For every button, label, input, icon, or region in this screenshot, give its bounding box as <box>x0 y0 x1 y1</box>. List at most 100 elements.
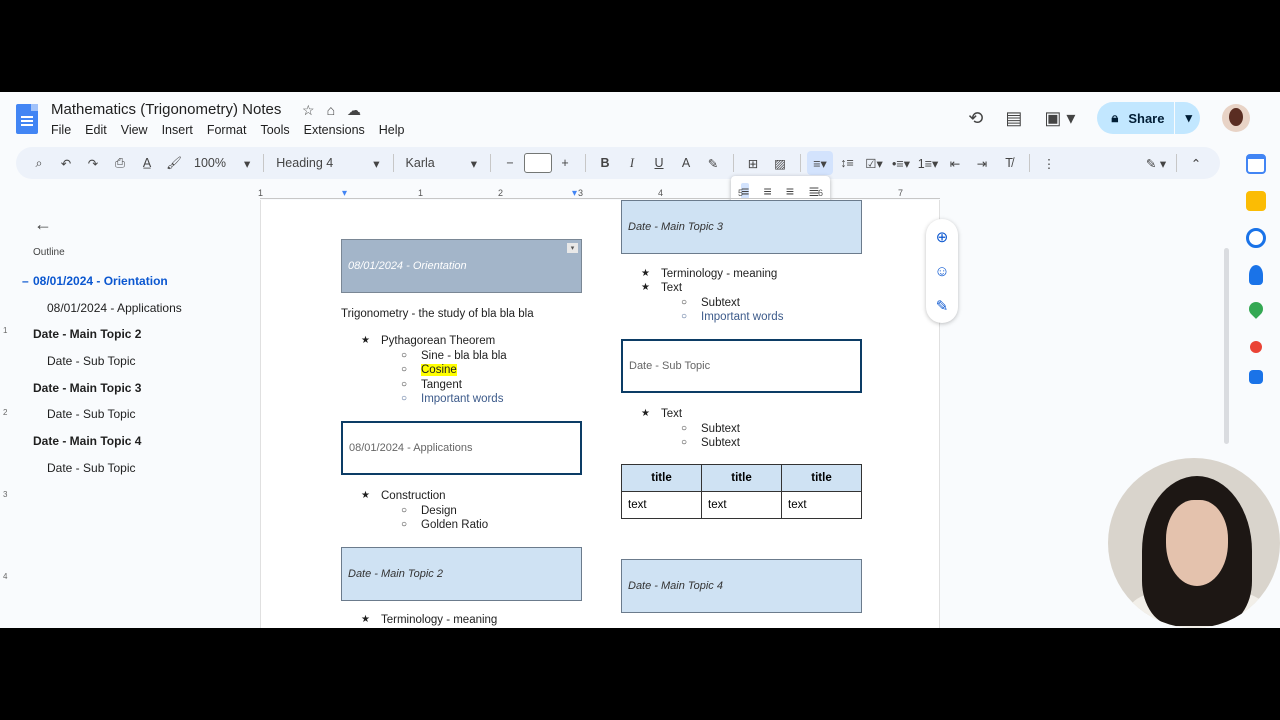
table-cell[interactable]: text <box>701 491 782 519</box>
floating-actions: ⊕ ☺ ✎ <box>926 219 958 323</box>
paint-format-icon[interactable]: 🖌︎ <box>161 151 187 175</box>
zoom-select[interactable]: 100% ▾ <box>188 151 256 175</box>
align-icon[interactable]: ≡▾ <box>807 151 834 175</box>
list-item: Terminology - meaning <box>361 614 497 626</box>
highlight-icon[interactable]: ✎ <box>700 151 726 175</box>
outline-item[interactable]: Date - Sub Topic <box>22 461 252 488</box>
share-button[interactable]: 🔒︎ Share ▾ <box>1097 102 1200 134</box>
undo-icon[interactable]: ↶ <box>53 151 79 175</box>
bold-icon[interactable]: B <box>592 151 618 175</box>
addon-icon[interactable] <box>1250 341 1262 353</box>
contacts-icon[interactable] <box>1249 265 1263 285</box>
heading-box[interactable]: Date - Main Topic 4 <box>621 559 862 613</box>
list-item: Text <box>641 408 682 420</box>
add-comment-icon[interactable]: ⊕ <box>936 228 949 246</box>
line-spacing-icon[interactable]: ↕≡ <box>834 151 860 175</box>
list-item: Cosine <box>401 364 457 376</box>
back-arrow-icon[interactable]: ← <box>34 214 52 235</box>
calendar-icon[interactable] <box>1246 154 1266 174</box>
cloud-saved-icon[interactable]: ☁ <box>347 102 361 119</box>
insert-link-icon[interactable]: ⊞ <box>740 151 766 175</box>
menu-tools[interactable]: Tools <box>260 123 289 137</box>
numbered-list-icon[interactable]: 1≡▾ <box>915 151 941 175</box>
scrollbar[interactable] <box>1224 248 1229 444</box>
meet-icon[interactable]: ▣ ▾ <box>1044 108 1075 129</box>
clear-formatting-icon[interactable]: T̸ <box>996 151 1022 175</box>
keep-icon[interactable] <box>1246 191 1266 211</box>
vertical-ruler: 1 2 3 4 5 <box>3 326 8 581</box>
emoji-reaction-icon[interactable]: ☺ <box>934 263 949 280</box>
print-icon[interactable]: ⎙ <box>107 151 133 175</box>
menu-extensions[interactable]: Extensions <box>304 123 365 137</box>
heading-box[interactable]: Date - Main Topic 3 <box>621 200 862 254</box>
chevron-down-icon: ▾ <box>373 156 380 171</box>
addon-icon[interactable] <box>1249 370 1263 384</box>
outline-item[interactable]: –08/01/2024 - Orientation <box>22 274 252 301</box>
avatar[interactable] <box>1222 104 1250 132</box>
decrease-indent-icon[interactable]: ⇤ <box>942 151 968 175</box>
paragraph: Trigonometry - the study of bla bla bla <box>341 308 534 320</box>
list-item: Tangent <box>401 379 462 391</box>
editing-mode-icon[interactable]: ✎ ▾ <box>1143 151 1169 175</box>
italic-icon[interactable]: I <box>619 151 645 175</box>
menu-bar: File Edit View Insert Format Tools Exten… <box>51 123 405 137</box>
version-history-icon[interactable]: ⟲ <box>968 108 983 129</box>
list-item: Text <box>641 282 682 294</box>
move-folder-icon[interactable]: ⌂ <box>327 102 335 119</box>
table-header[interactable]: title <box>621 464 702 492</box>
search-menus-icon[interactable]: ⌕ <box>26 151 52 175</box>
redo-icon[interactable]: ↷ <box>80 151 106 175</box>
outline-item[interactable]: Date - Sub Topic <box>22 407 252 434</box>
outline-item[interactable]: 08/01/2024 - Applications <box>22 301 252 328</box>
decrease-font-size-icon[interactable]: − <box>497 151 523 175</box>
menu-file[interactable]: File <box>51 123 71 137</box>
document-title[interactable]: Mathematics (Trigonometry) Notes <box>51 101 281 118</box>
maps-icon[interactable] <box>1246 299 1266 319</box>
tasks-icon[interactable] <box>1246 228 1266 248</box>
insert-image-icon[interactable]: ▨ <box>767 151 793 175</box>
bulleted-list-icon[interactable]: •≡▾ <box>888 151 914 175</box>
menu-insert[interactable]: Insert <box>162 123 193 137</box>
text-color-icon[interactable]: A <box>673 151 699 175</box>
checklist-icon[interactable]: ☑▾ <box>861 151 887 175</box>
lock-icon: 🔒︎ <box>1111 110 1119 125</box>
star-icon[interactable]: ☆ <box>302 102 315 119</box>
chevron-down-icon[interactable]: ▾ <box>567 243 578 253</box>
toolbar: ⌕ ↶ ↷ ⎙ A̲ 🖌︎ 100% ▾ Heading 4 ▾ Karla ▾ − … <box>16 147 1220 179</box>
table-cell[interactable]: text <box>621 491 702 519</box>
outline-item[interactable]: Date - Main Topic 2 <box>22 327 252 354</box>
more-options-icon[interactable]: ⋮ <box>1036 151 1062 175</box>
table-header[interactable]: title <box>781 464 862 492</box>
table-row: text text text <box>621 491 862 519</box>
table-header[interactable]: title <box>701 464 782 492</box>
heading-box[interactable]: Date - Sub Topic <box>621 339 862 393</box>
list-item: Design <box>401 505 457 517</box>
increase-font-size-icon[interactable]: + <box>552 151 578 175</box>
outline-item[interactable]: Date - Main Topic 4 <box>22 434 252 461</box>
data-table[interactable]: title title title text text text <box>621 464 862 519</box>
outline-label: Outline <box>33 247 65 258</box>
outline-item[interactable]: Date - Main Topic 3 <box>22 381 252 408</box>
spellcheck-icon[interactable]: A̲ <box>134 151 160 175</box>
font-select[interactable]: Karla ▾ <box>400 151 483 175</box>
chevron-down-icon[interactable]: ▾ <box>1185 110 1192 126</box>
comments-icon[interactable]: ▤ <box>1005 108 1022 129</box>
suggest-edits-icon[interactable]: ✎ <box>936 297 949 315</box>
heading-box[interactable]: 08/01/2024 - Orientation ▾ <box>341 239 582 293</box>
document-page[interactable]: 08/01/2024 - Orientation ▾ Trigonometry … <box>260 200 940 628</box>
menu-view[interactable]: View <box>121 123 148 137</box>
font-size-input[interactable] <box>524 153 553 173</box>
table-cell[interactable]: text <box>781 491 862 519</box>
docs-logo-icon[interactable] <box>16 104 38 134</box>
webcam-overlay <box>1108 458 1280 628</box>
underline-icon[interactable]: U <box>646 151 672 175</box>
menu-help[interactable]: Help <box>379 123 405 137</box>
menu-format[interactable]: Format <box>207 123 247 137</box>
menu-edit[interactable]: Edit <box>85 123 107 137</box>
style-select[interactable]: Heading 4 ▾ <box>270 151 385 175</box>
heading-box[interactable]: 08/01/2024 - Applications <box>341 421 582 475</box>
collapse-menus-icon[interactable]: ⌃ <box>1183 151 1209 175</box>
outline-item[interactable]: Date - Sub Topic <box>22 354 252 381</box>
heading-box[interactable]: Date - Main Topic 2 <box>341 547 582 601</box>
increase-indent-icon[interactable]: ⇥ <box>969 151 995 175</box>
